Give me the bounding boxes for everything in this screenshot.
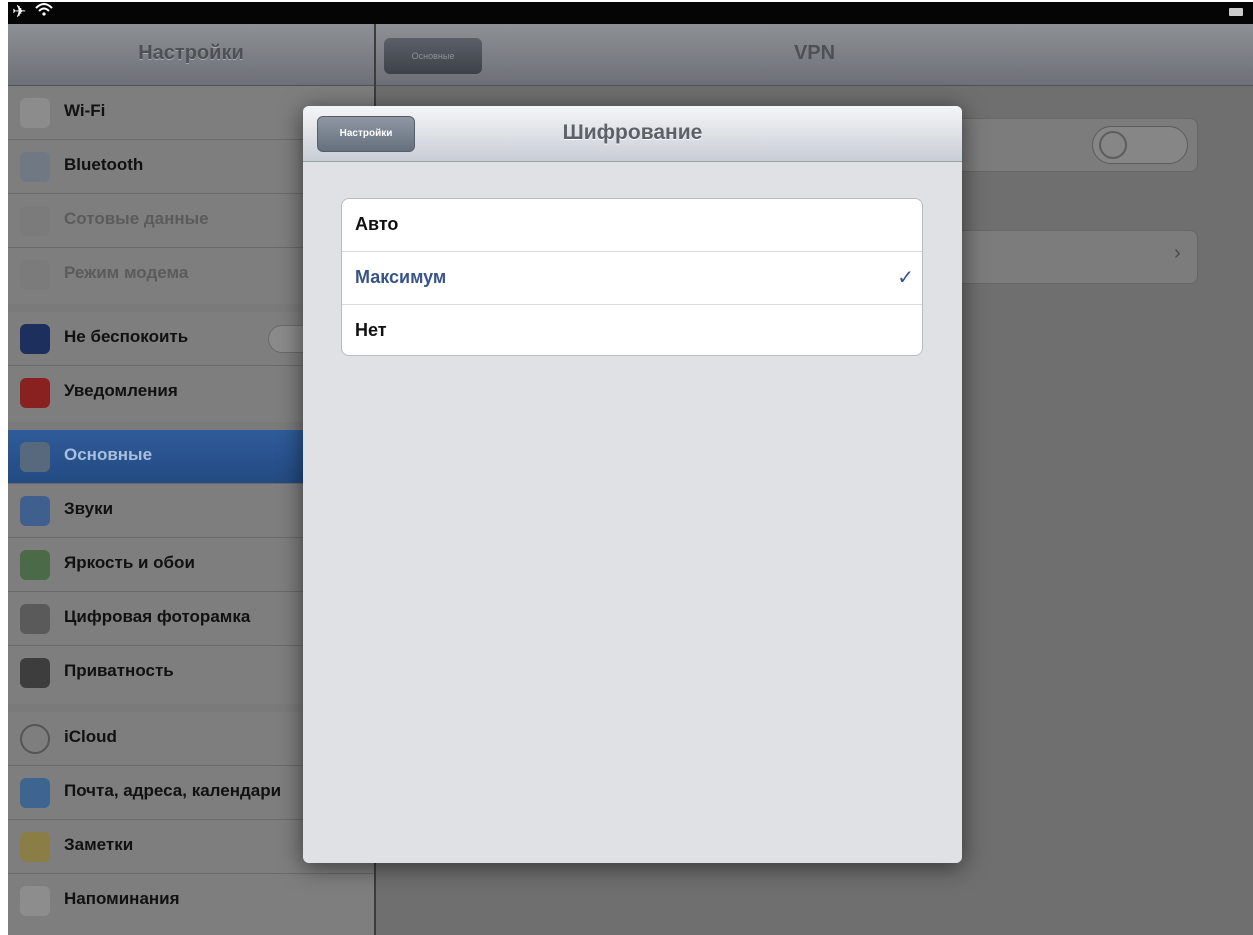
option-label: Максимум [355,267,447,287]
option-label: Нет [355,320,387,340]
sidebar-item-label: Напоминания [64,889,180,908]
sidebar-header: Настройки [8,24,374,86]
sidebar-item-label: Звуки [64,499,114,518]
sidebar-item-label: Основные [64,445,153,464]
hotspot-icon [20,260,50,290]
vpn-switch[interactable] [1092,126,1188,164]
wifi-icon [20,98,50,128]
sidebar-item-label: Уведомления [64,381,178,400]
sidebar-item-label: Bluetooth [64,155,144,174]
privacy-hand-icon [20,658,50,688]
sidebar-item-label: Заметки [64,835,134,854]
mail-icon [20,778,50,808]
wallpaper-icon [20,550,50,580]
option-maximum[interactable]: Максимум ✓ [342,252,922,305]
checkmark-icon: ✓ [897,267,914,289]
battery-icon [1229,8,1243,16]
sidebar-item-label: Приватность [64,661,174,680]
status-bar: ✈ [8,2,1253,24]
gear-icon [20,442,50,472]
sidebar-item-label: Сотовые данные [64,209,209,228]
sidebar-item-label: Почта, адреса, календари [64,781,282,800]
cellular-icon [20,206,50,236]
sidebar-item-label: Не беспокоить [64,327,189,346]
detail-title: VPN [793,42,836,64]
cloud-icon [20,724,50,754]
sidebar-title: Настройки [138,42,244,64]
airplane-mode-icon: ✈ [12,2,27,21]
sidebar-item-label: Яркость и обои [64,553,195,572]
sidebar-item-label: iCloud [64,727,117,746]
wifi-signal-icon [35,3,53,16]
notifications-icon [20,378,50,408]
switch-knob [1099,131,1127,159]
option-none[interactable]: Нет [342,305,922,355]
reminders-icon [20,886,50,916]
popover-title: Шифрование [562,121,703,144]
encryption-popover: Настройки Шифрование Авто Максимум ✓ Нет [303,106,962,863]
sidebar-item-label: Wi-Fi [64,101,106,120]
sidebar-item-reminders[interactable]: Напоминания [8,874,374,928]
option-label: Авто [355,214,399,234]
detail-navigation-bar: Основные VPN [376,24,1253,86]
speaker-icon [20,496,50,526]
encryption-options-list: Авто Максимум ✓ Нет [341,198,923,356]
popover-navigation-bar: Настройки Шифрование [303,106,962,162]
option-auto[interactable]: Авто [342,199,922,252]
notes-icon [20,832,50,862]
photo-frame-icon [20,604,50,634]
ipad-screen: ✈ Настройки Wi-Fi Bluetooth Сотовые данн… [0,0,1253,935]
chevron-right-icon: › [1174,242,1181,264]
bluetooth-icon [20,152,50,182]
sidebar-item-label: Цифровая фоторамка [64,607,251,626]
moon-icon [20,324,50,354]
sidebar-item-label: Режим модема [64,263,189,282]
